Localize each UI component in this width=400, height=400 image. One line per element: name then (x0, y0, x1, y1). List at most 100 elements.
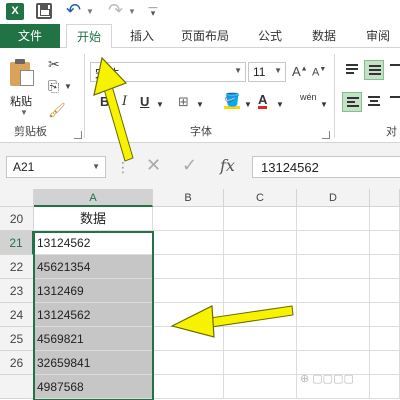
font-launcher-icon[interactable] (322, 131, 330, 139)
data-cell[interactable]: 45621354 (34, 255, 153, 279)
redo-icon[interactable]: ↷ (108, 0, 123, 21)
align-left-icon[interactable] (342, 92, 362, 112)
empty-cell[interactable] (224, 207, 297, 231)
bold-button[interactable]: B (100, 94, 109, 109)
empty-cell[interactable] (153, 279, 224, 303)
empty-cell[interactable] (224, 327, 297, 351)
column-header-d[interactable]: D (297, 189, 370, 207)
customize-toolbar-icon[interactable]: — ▾ (148, 3, 158, 18)
empty-cell[interactable] (370, 327, 400, 351)
row-header[interactable]: 23 (0, 279, 34, 303)
empty-cell[interactable] (153, 327, 224, 351)
empty-cell[interactable] (370, 303, 400, 327)
column-header-e[interactable] (370, 189, 400, 207)
empty-cell[interactable] (370, 255, 400, 279)
empty-cell[interactable] (224, 279, 297, 303)
format-painter-icon[interactable]: 🖌 (48, 102, 66, 119)
font-name-select[interactable]: 宋体 ▼ (90, 62, 246, 82)
empty-cell[interactable] (370, 207, 400, 231)
empty-cell[interactable] (153, 207, 224, 231)
select-all-corner[interactable] (0, 189, 34, 207)
save-icon[interactable] (36, 3, 52, 19)
insert-function-button[interactable]: fx (220, 156, 235, 175)
data-cell[interactable]: 32659841 (34, 351, 153, 375)
tab-file[interactable]: 文件 (0, 24, 60, 48)
cancel-icon[interactable]: ✕ (146, 155, 161, 176)
tab-home[interactable]: 开始 (66, 24, 112, 49)
worksheet-grid[interactable]: A B C D 20 数据 21 13124562 22 45621354 23 131246… (0, 189, 400, 400)
tab-data[interactable]: 数据 (302, 24, 346, 48)
empty-cell[interactable] (297, 255, 370, 279)
empty-cell[interactable] (224, 351, 297, 375)
empty-cell[interactable] (153, 303, 224, 327)
empty-cell[interactable] (224, 255, 297, 279)
empty-cell[interactable] (153, 231, 224, 255)
empty-cell[interactable] (224, 375, 297, 399)
font-color-dropdown-icon[interactable]: ▼ (276, 100, 284, 109)
clipboard-launcher-icon[interactable] (74, 131, 82, 139)
phonetic-dropdown-icon[interactable]: ▼ (320, 100, 328, 109)
align-center-icon[interactable] (364, 92, 384, 112)
undo-dropdown-icon[interactable]: ▼ (86, 7, 94, 16)
underline-dropdown-icon[interactable]: ▼ (156, 100, 164, 109)
fill-color-dropdown-icon[interactable]: ▼ (244, 100, 252, 109)
fill-color-icon[interactable]: 🪣 (224, 93, 241, 109)
column-header-b[interactable]: B (153, 189, 224, 207)
data-cell[interactable]: 4987568 (34, 375, 153, 399)
column-a-header-cell[interactable]: 数据 (34, 207, 153, 231)
column-header-a[interactable]: A (34, 189, 153, 207)
formula-input[interactable]: 13124562 (252, 156, 400, 178)
data-cell[interactable]: 13124562 (34, 303, 153, 327)
align-top-icon[interactable] (342, 60, 362, 80)
empty-cell[interactable] (153, 255, 224, 279)
enter-icon[interactable]: ✓ (182, 155, 197, 176)
italic-button[interactable]: I (122, 94, 127, 109)
paste-button-label[interactable]: 粘贴 (10, 93, 32, 109)
redo-dropdown-icon[interactable]: ▼ (128, 7, 136, 16)
formula-bar-grip-icon[interactable]: ⋮ (116, 159, 130, 176)
paste-icon[interactable] (8, 58, 36, 88)
row-header[interactable]: 21 (0, 231, 34, 255)
column-header-c[interactable]: C (224, 189, 297, 207)
empty-cell[interactable] (153, 351, 224, 375)
underline-button[interactable]: U (140, 94, 149, 109)
borders-dropdown-icon[interactable]: ▼ (196, 100, 204, 109)
tab-insert[interactable]: 插入 (120, 24, 164, 48)
paste-dropdown-icon[interactable]: ▼ (20, 108, 28, 117)
empty-cell[interactable] (224, 303, 297, 327)
tab-review[interactable]: 审阅 (356, 24, 400, 48)
tab-formulas[interactable]: 公式 (248, 24, 292, 48)
font-color-icon[interactable]: A (258, 93, 268, 109)
name-box[interactable]: A21 ▼ (6, 156, 106, 178)
row-header[interactable]: 26 (0, 351, 34, 375)
cut-icon[interactable]: ✂ (48, 56, 60, 73)
empty-cell[interactable] (370, 231, 400, 255)
empty-cell[interactable] (153, 375, 224, 399)
data-cell[interactable]: 4569821 (34, 327, 153, 351)
empty-cell[interactable] (297, 279, 370, 303)
empty-cell[interactable] (297, 327, 370, 351)
borders-icon[interactable]: ⊞ (178, 94, 189, 110)
align-middle-icon[interactable] (364, 60, 384, 80)
row-header[interactable] (0, 375, 34, 399)
empty-cell[interactable] (370, 351, 400, 375)
empty-cell[interactable] (297, 231, 370, 255)
empty-cell[interactable] (224, 231, 297, 255)
row-header[interactable]: 24 (0, 303, 34, 327)
tab-page-layout[interactable]: 页面布局 (172, 24, 238, 48)
empty-cell[interactable] (370, 279, 400, 303)
empty-cell[interactable] (297, 207, 370, 231)
copy-icon[interactable]: ⎘ (48, 78, 59, 95)
decrease-font-icon[interactable]: A▼ (312, 66, 326, 79)
data-cell[interactable]: 1312469 (34, 279, 153, 303)
phonetic-guide-button[interactable]: wén (300, 92, 317, 102)
empty-cell[interactable] (297, 303, 370, 327)
data-cell[interactable]: 13124562 (34, 231, 153, 255)
row-header[interactable]: 22 (0, 255, 34, 279)
font-size-select[interactable]: 11 ▼ (248, 62, 286, 82)
align-right-icon[interactable] (386, 92, 400, 112)
undo-icon[interactable]: ↶ (66, 0, 81, 21)
row-header[interactable]: 20 (0, 207, 34, 231)
row-header[interactable]: 25 (0, 327, 34, 351)
align-bottom-icon[interactable] (386, 60, 400, 80)
